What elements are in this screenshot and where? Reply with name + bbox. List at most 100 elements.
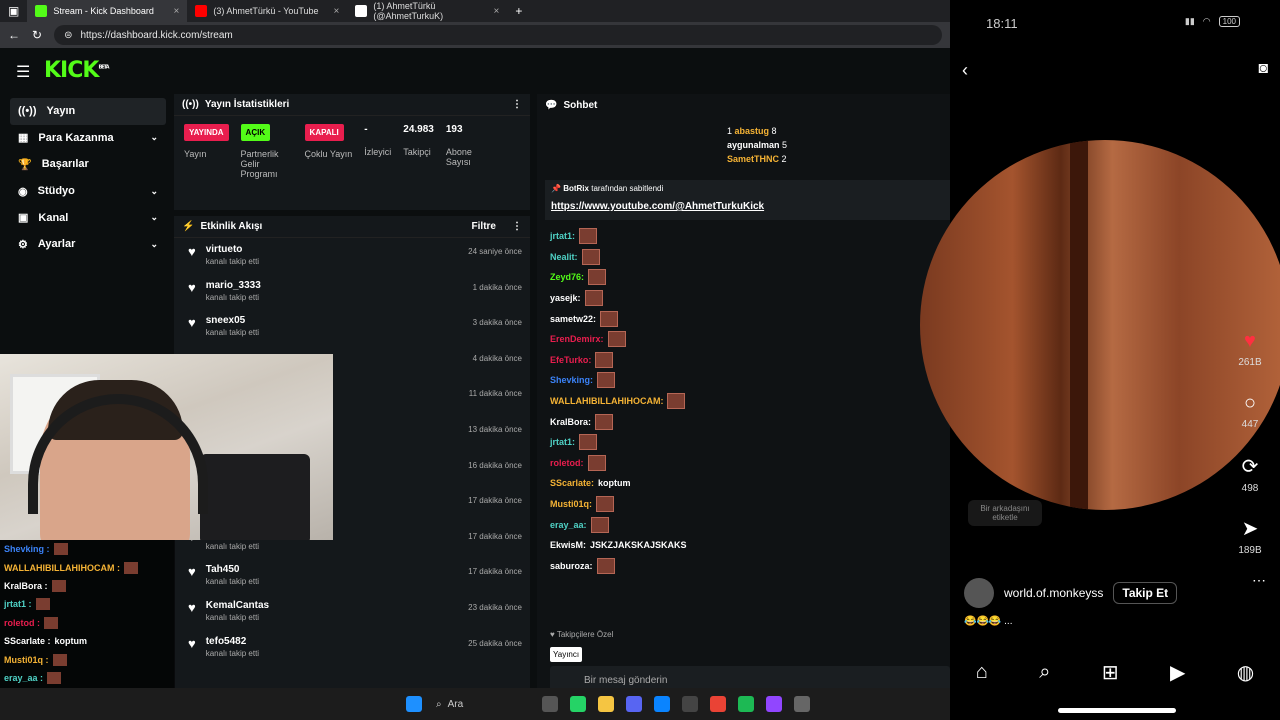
browser-tab[interactable]: (3) AhmetTürkü - YouTube × [187, 0, 347, 22]
account-name[interactable]: world.of.monkeyss [1004, 586, 1103, 600]
kick-logo[interactable]: KICKBETA [44, 58, 110, 83]
edge-icon[interactable] [654, 696, 670, 712]
profile-avatar[interactable]: ◍ [1237, 660, 1254, 685]
back-icon[interactable]: ‹ [962, 60, 968, 81]
heart-icon: ♥ [188, 315, 196, 331]
chat-username[interactable]: EfeTurko: [550, 355, 591, 365]
emote-image [587, 454, 606, 471]
activity-user[interactable]: virtueto [206, 244, 259, 255]
leaderboard-entry: aygunalman 5 [727, 140, 787, 150]
windows-start-icon[interactable] [406, 696, 422, 712]
sidebar-item[interactable]: ((•)) Yayın [10, 98, 166, 125]
sidebar-item[interactable]: ⚙ Ayarlar ⌄ [10, 231, 166, 258]
heart-icon[interactable]: ♥ [1244, 330, 1256, 353]
chevron-down-icon[interactable]: ⌄ [150, 186, 158, 197]
leader-name[interactable]: aygunalman [727, 140, 782, 150]
reels-icon[interactable]: ▶ [1170, 660, 1185, 685]
chat-username[interactable]: Nealit: [550, 252, 578, 262]
activity-user[interactable]: KemalCantas [206, 600, 269, 611]
chat-username[interactable]: saburoza: [550, 561, 593, 571]
money-icon: ▦ [18, 132, 29, 145]
chat-username[interactable]: jrtat1: [550, 437, 575, 447]
chat-username[interactable]: KralBora: [550, 417, 591, 427]
sidebar-item[interactable]: ▣ Kanal ⌄ [10, 204, 166, 231]
share-icon[interactable]: ➤ [1242, 516, 1259, 541]
reel-video[interactable] [920, 140, 1280, 510]
task-view-icon[interactable] [542, 696, 558, 712]
discord-icon[interactable] [626, 696, 642, 712]
more-icon[interactable]: ⋮ [512, 221, 522, 232]
menu-icon[interactable]: ☰ [16, 62, 30, 82]
url-field[interactable]: ⊜ https://dashboard.kick.com/stream [54, 25, 942, 45]
leader-name[interactable]: SametTHNC [727, 154, 782, 164]
leader-name[interactable]: abastug [735, 126, 772, 136]
emote-image [44, 616, 58, 629]
activity-user[interactable]: tefo5482 [206, 636, 259, 647]
chat-username[interactable]: ErenDemirx: [550, 334, 604, 344]
close-icon[interactable]: × [174, 6, 180, 17]
tab-list-icon[interactable]: ▣ [8, 4, 19, 18]
spotify-icon[interactable] [738, 696, 754, 712]
settings-icon[interactable] [682, 696, 698, 712]
site-info-icon[interactable]: ⊜ [64, 30, 72, 41]
chat-username[interactable]: eray_aa: [550, 520, 587, 530]
chat-username[interactable]: sametw22: [550, 314, 596, 324]
more-icon[interactable]: ⋮ [512, 99, 522, 110]
tag-friend-hint[interactable]: Bir arkadaşını etiketle [968, 500, 1042, 526]
follow-button[interactable]: Takip Et [1113, 582, 1178, 604]
camera-icon[interactable]: ◙ [1258, 60, 1268, 78]
chevron-down-icon[interactable]: ⌄ [150, 132, 158, 143]
chat-username[interactable]: SScarlate: [550, 478, 594, 488]
chevron-down-icon[interactable]: ⌄ [150, 239, 158, 250]
pinned-by: BotRix [563, 184, 589, 193]
activity-user[interactable]: Tah450 [206, 564, 259, 575]
reel-action[interactable]: ♥ 261B [1238, 330, 1261, 392]
chat-messages: jrtat1: Nealit: Zeyd76: yasejk: sametw22: Ere… [550, 226, 930, 576]
back-icon[interactable]: ← [8, 28, 20, 42]
close-icon[interactable]: × [334, 6, 340, 17]
emote-bar[interactable] [550, 646, 950, 662]
chat-username[interactable]: Zeyd76: [550, 272, 584, 282]
chat-message: jrtat1: [550, 432, 930, 453]
caption[interactable]: 😂😂😂 ... [964, 616, 1012, 627]
sidebar-item[interactable]: ◉ Stüdyo ⌄ [10, 178, 166, 205]
chat-username[interactable]: Shevking: [550, 375, 593, 385]
more-icon[interactable]: ⋯ [1252, 572, 1266, 589]
sidebar-item[interactable]: ▦ Para Kazanma ⌄ [10, 125, 166, 152]
new-tab-icon[interactable]: + [515, 4, 522, 18]
chat-username[interactable]: EkwisM: [550, 540, 586, 550]
browser-tab[interactable]: (1) AhmetTürkü (@AhmetTurkuK) × [347, 0, 507, 22]
create-icon[interactable]: ⊞ [1102, 660, 1119, 685]
reel-action[interactable]: ⟳ 498 [1242, 454, 1259, 516]
chat-username[interactable]: roletod: [550, 458, 584, 468]
chat-username[interactable]: WALLAHIBILLAHIHOCAM: [550, 396, 663, 406]
reel-action[interactable]: ○ 447 [1242, 392, 1259, 454]
obs-icon[interactable] [766, 696, 782, 712]
home-icon[interactable]: ⌂ [976, 661, 988, 684]
filter-button[interactable]: Filtre [472, 221, 496, 232]
sidebar-item[interactable]: 🏆 Başarılar [10, 151, 166, 178]
taskbar-search[interactable]: ⌕ Ara [436, 699, 536, 710]
avatar[interactable] [964, 578, 994, 608]
reel-action[interactable]: ➤ 189B [1238, 516, 1261, 578]
chat-username[interactable]: Musti01q: [550, 499, 592, 509]
whatsapp-icon[interactable] [570, 696, 586, 712]
chrome-icon[interactable] [710, 696, 726, 712]
chat-username[interactable]: jrtat1: [550, 231, 575, 241]
chevron-down-icon[interactable]: ⌄ [150, 212, 158, 223]
activity-user[interactable]: sneex05 [206, 315, 259, 326]
app-icon[interactable] [794, 696, 810, 712]
chat-panel: 💬 Sohbet 1 abastug 8 aygunalman 5 SametTHNC… [537, 94, 950, 717]
browser-tab[interactable]: Stream - Kick Dashboard × [27, 0, 188, 22]
activity-user[interactable]: mario_3333 [206, 280, 261, 291]
comment-icon[interactable]: ○ [1244, 392, 1256, 415]
close-icon[interactable]: × [494, 6, 500, 17]
folder-icon[interactable] [598, 696, 614, 712]
repost-icon[interactable]: ⟳ [1242, 454, 1259, 479]
overlay-username: jrtat1 : [4, 599, 32, 610]
activity-time: 3 dakika önce [472, 318, 522, 328]
chat-username[interactable]: yasejk: [550, 293, 581, 303]
reload-icon[interactable]: ↻ [32, 28, 42, 42]
search-icon[interactable]: ⌕ [1039, 661, 1050, 684]
pinned-link[interactable]: https://www.youtube.com/@AhmetTurkuKick [551, 201, 944, 212]
